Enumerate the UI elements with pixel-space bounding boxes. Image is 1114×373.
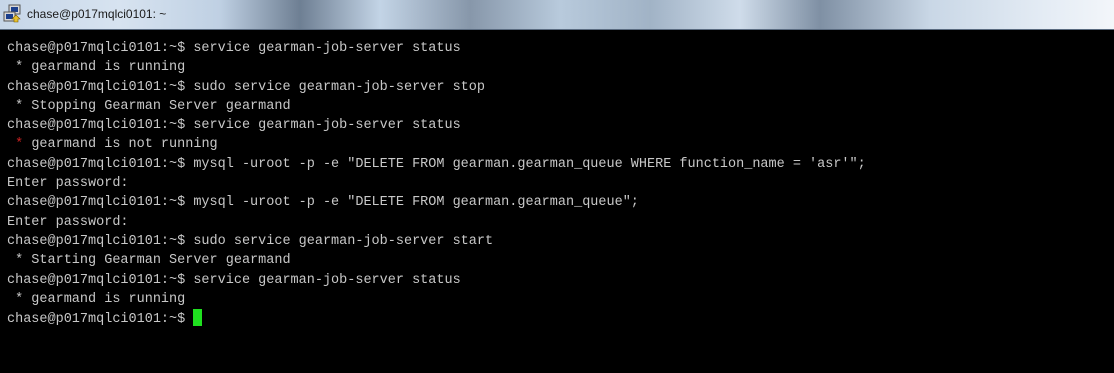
window-title: chase@p017mqlci0101: ~	[27, 7, 167, 21]
terminal-line: chase@p017mqlci0101:~$ mysql -uroot -p -…	[7, 156, 866, 172]
error-message: gearmand is not running	[31, 137, 218, 153]
current-prompt-line[interactable]: chase@p017mqlci0101:~$	[7, 309, 1114, 328]
terminal-line: * gearmand is running	[7, 60, 186, 76]
terminal-line: * gearmand is running	[7, 291, 186, 307]
terminal-line: * Starting Gearman Server gearmand	[7, 253, 291, 269]
terminal-line: Enter password:	[7, 214, 129, 230]
terminal-line: chase@p017mqlci0101:~$ sudo service gear…	[7, 79, 485, 95]
terminal-output[interactable]: chase@p017mqlci0101:~$ service gearman-j…	[0, 30, 1114, 373]
terminal-line: chase@p017mqlci0101:~$ service gearman-j…	[7, 272, 461, 288]
error-bullet: *	[7, 137, 32, 153]
title-bar[interactable]: chase@p017mqlci0101: ~	[0, 0, 1114, 30]
shell-prompt: chase@p017mqlci0101:~$	[7, 312, 194, 328]
terminal-line: chase@p017mqlci0101:~$ service gearman-j…	[7, 41, 461, 56]
terminal-line: chase@p017mqlci0101:~$ mysql -uroot -p -…	[7, 195, 639, 211]
putty-terminal-window: chase@p017mqlci0101: ~ chase@p017mqlci01…	[0, 0, 1114, 373]
terminal-line-error: * gearmand is not running	[7, 135, 1114, 154]
putty-icon[interactable]	[3, 4, 23, 24]
terminal-line: chase@p017mqlci0101:~$ sudo service gear…	[7, 233, 494, 249]
text-cursor	[193, 309, 203, 327]
terminal-line: chase@p017mqlci0101:~$ service gearman-j…	[7, 118, 461, 134]
terminal-line: Enter password:	[7, 176, 129, 192]
terminal-line: * Stopping Gearman Server gearmand	[7, 98, 291, 114]
